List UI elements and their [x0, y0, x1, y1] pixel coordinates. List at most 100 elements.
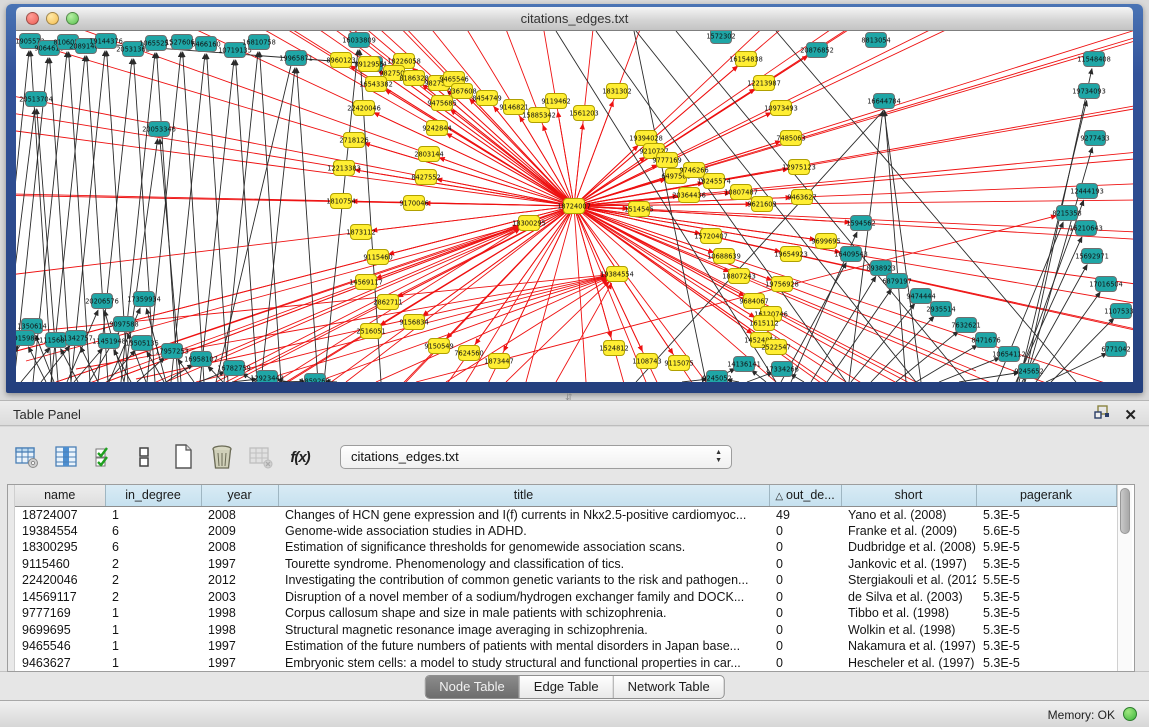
node-yellow-8960123[interactable]: 8960123 — [326, 53, 355, 68]
node-teal-2935514[interactable]: 2935514 — [926, 302, 955, 317]
node-teal-9097588[interactable]: 9097588 — [109, 317, 138, 332]
table-row[interactable]: 969969511998Structural magnetic resonanc… — [15, 622, 1116, 639]
table-row[interactable]: 911546021997Tourette syndrome. Phenomeno… — [15, 556, 1116, 573]
table-cell[interactable]: de Silva et al. (2003) — [841, 589, 976, 606]
table-cell[interactable]: Yano et al. (2008) — [841, 506, 976, 523]
node-yellow-1561203[interactable]: 1561203 — [569, 106, 598, 121]
node-yellow-1873112[interactable]: 1873112 — [346, 225, 375, 240]
node-yellow-2516051[interactable]: 2516051 — [356, 324, 385, 339]
close-panel-icon[interactable]: ✕ — [1124, 406, 1137, 424]
table-cell[interactable]: 9777169 — [15, 605, 105, 622]
column-header-name[interactable]: name — [15, 485, 105, 506]
table-cell[interactable]: 2008 — [201, 539, 278, 556]
table-cell[interactable]: Corpus callosum shape and size in male p… — [278, 605, 769, 622]
table-settings-icon[interactable] — [14, 444, 40, 470]
attribute-table[interactable]: namein_degreeyeartitle△out_de...shortpag… — [15, 485, 1117, 671]
scrollbar-thumb[interactable] — [1120, 488, 1130, 534]
node-teal-19734093[interactable]: 19734093 — [1072, 84, 1106, 99]
table-cell[interactable]: 5.3E-5 — [976, 589, 1116, 606]
table-cell[interactable]: 0 — [769, 523, 841, 540]
node-teal-8471676[interactable]: 8471676 — [971, 333, 1000, 348]
function-icon[interactable]: f(x) — [287, 444, 313, 470]
node-teal-20206576[interactable]: 20206576 — [85, 294, 119, 309]
table-cell[interactable]: 9465546 — [15, 638, 105, 655]
table-cell[interactable]: 6 — [105, 539, 201, 556]
node-yellow-20364436[interactable]: 20364436 — [672, 188, 706, 203]
table-cell[interactable]: Investigating the contribution of common… — [278, 572, 769, 589]
table-cell[interactable]: 2008 — [201, 506, 278, 523]
node-yellow-19654923[interactable]: 19654923 — [774, 247, 808, 262]
tab-network-table[interactable]: Network Table — [614, 676, 724, 698]
column-header-short[interactable]: short — [841, 485, 976, 506]
node-yellow-9156834[interactable]: 9156834 — [399, 315, 428, 330]
new-document-icon[interactable] — [170, 444, 196, 470]
node-yellow-1831302[interactable]: 1831302 — [602, 84, 631, 99]
tab-node-table[interactable]: Node Table — [425, 676, 520, 698]
column-header-in_degree[interactable]: in_degree — [105, 485, 201, 506]
table-cell[interactable]: 0 — [769, 638, 841, 655]
table-cell[interactable]: 49 — [769, 506, 841, 523]
node-teal-16782759[interactable]: 16782759 — [217, 361, 251, 376]
table-cell[interactable]: 19384554 — [15, 523, 105, 540]
table-cell[interactable]: 14569117 — [15, 589, 105, 606]
table-cell[interactable]: 1998 — [201, 605, 278, 622]
node-teal-9245652[interactable]: 9245652 — [1014, 364, 1043, 379]
node-teal-16033809[interactable]: 16033809 — [342, 33, 376, 48]
node-teal-9245052[interactable]: 9245052 — [702, 371, 731, 383]
table-row[interactable]: 1938455462009Genome-wide association stu… — [15, 523, 1116, 540]
table-cell[interactable]: 5.3E-5 — [976, 622, 1116, 639]
column-header-year[interactable]: year — [201, 485, 278, 506]
node-teal-8813054[interactable]: 8813054 — [861, 33, 890, 48]
table-cell[interactable]: 0 — [769, 605, 841, 622]
table-cell[interactable]: Estimation of the future numbers of pati… — [278, 638, 769, 655]
node-yellow-1514545[interactable]: 1514545 — [624, 202, 653, 217]
table-cell[interactable]: 1997 — [201, 638, 278, 655]
table-cell[interactable]: 5.3E-5 — [976, 655, 1116, 672]
table-row[interactable]: 2242004622012Investigating the contribut… — [15, 572, 1116, 589]
table-cell[interactable]: 2 — [105, 589, 201, 606]
table-cell[interactable]: Changes of HCN gene expression and I(f) … — [278, 506, 769, 523]
node-teal-17016504[interactable]: 17016504 — [1089, 277, 1123, 292]
table-row[interactable]: 946362711997Embryonic stem cells: a mode… — [15, 655, 1116, 672]
node-yellow-9621603[interactable]: 9621603 — [747, 197, 776, 212]
table-cell[interactable]: 5.6E-5 — [976, 523, 1116, 540]
node-yellow-10688639[interactable]: 10688639 — [707, 249, 741, 264]
column-header-out_de[interactable]: △out_de... — [769, 485, 841, 506]
node-yellow-9115075[interactable]: 9115075 — [664, 356, 693, 371]
node-yellow-12213987[interactable]: 12213987 — [747, 76, 781, 91]
table-row[interactable]: 1872400712008Changes of HCN gene express… — [15, 506, 1116, 523]
node-teal-16210643[interactable]: 16210643 — [1069, 221, 1103, 236]
table-cell[interactable]: 1 — [105, 622, 201, 639]
table-cell[interactable]: Franke et al. (2009) — [841, 523, 976, 540]
table-cell[interactable]: Dudbridge et al. (2008) — [841, 539, 976, 556]
table-cell[interactable]: 2009 — [201, 523, 278, 540]
table-vertical-scrollbar[interactable] — [1117, 485, 1132, 671]
table-cell[interactable]: Estimation of significance thresholds fo… — [278, 539, 769, 556]
table-cell[interactable]: Jankovic et al. (1997) — [841, 556, 976, 573]
column-checklist-icon[interactable] — [92, 444, 118, 470]
node-teal-12923448[interactable]: 12923448 — [250, 371, 284, 383]
table-cell[interactable]: 1 — [105, 605, 201, 622]
column-select-icon[interactable] — [53, 444, 79, 470]
node-yellow-9150549[interactable]: 9150549 — [424, 339, 453, 354]
table-cell[interactable]: Stergiakouli et al. (2012) — [841, 572, 976, 589]
table-cell[interactable]: 2 — [105, 556, 201, 573]
table-cell[interactable]: 1997 — [201, 556, 278, 573]
table-cell[interactable]: Structural magnetic resonance image aver… — [278, 622, 769, 639]
table-cell[interactable]: Disruption of a novel member of a sodium… — [278, 589, 769, 606]
node-teal-14136141[interactable]: 14136141 — [727, 357, 761, 372]
table-cell[interactable]: Nakamura et al. (1997) — [841, 638, 976, 655]
table-cell[interactable]: 0 — [769, 622, 841, 639]
node-yellow-9115460[interactable]: 9115460 — [363, 250, 392, 265]
node-teal-9474444[interactable]: 9474444 — [906, 289, 935, 304]
node-yellow-9242844[interactable]: 9242844 — [422, 121, 451, 136]
network-canvas[interactable]: 1905572906461681060552089140619144376205… — [16, 31, 1133, 382]
node-teal-1572302[interactable]: 1572302 — [706, 31, 735, 44]
node-teal-1594562[interactable]: 1594562 — [846, 216, 875, 231]
table-cell[interactable]: Embryonic stem cells: a model to study s… — [278, 655, 769, 672]
node-teal-16409543[interactable]: 16409543 — [834, 247, 868, 262]
table-cell[interactable]: Hescheler et al. (1997) — [841, 655, 976, 672]
column-header-title[interactable]: title — [278, 485, 769, 506]
node-yellow-16154838[interactable]: 16154838 — [729, 52, 763, 67]
table-row[interactable]: 1830029562008Estimation of significance … — [15, 539, 1116, 556]
